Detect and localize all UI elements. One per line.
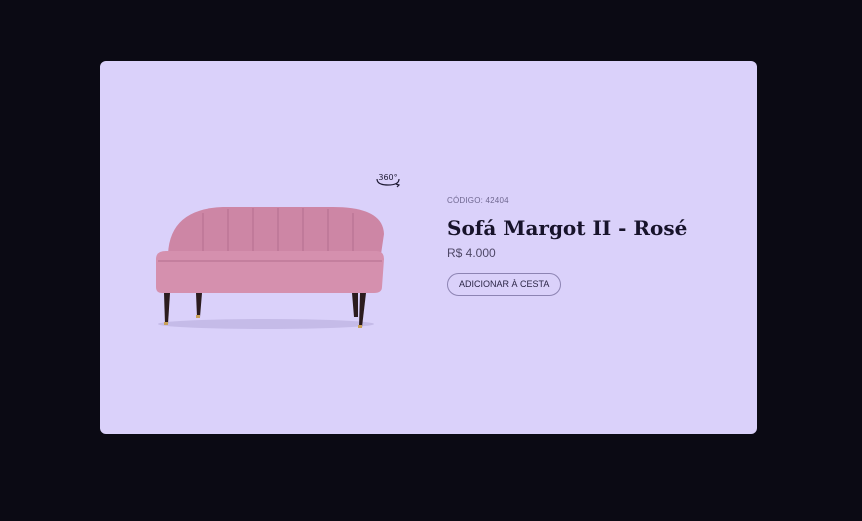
product-title: Sofá Margot II - Rosé [447, 216, 688, 240]
sofa-image [148, 199, 388, 339]
product-code: CÓDIGO: 42404 [447, 196, 509, 205]
rotate-360-label: 360° [378, 173, 397, 182]
add-to-cart-button[interactable]: ADICIONAR À CESTA [447, 273, 562, 296]
product-info: CÓDIGO: 42404 Sofá Margot II - Rosé R$ 4… [447, 196, 737, 296]
product-price: R$ 4.000 [447, 246, 496, 260]
product-card: 360° CÓDIGO: 42404 Sofá Margot II - Rosé… [100, 61, 757, 434]
rotate-360-icon[interactable]: 360° [374, 169, 402, 189]
